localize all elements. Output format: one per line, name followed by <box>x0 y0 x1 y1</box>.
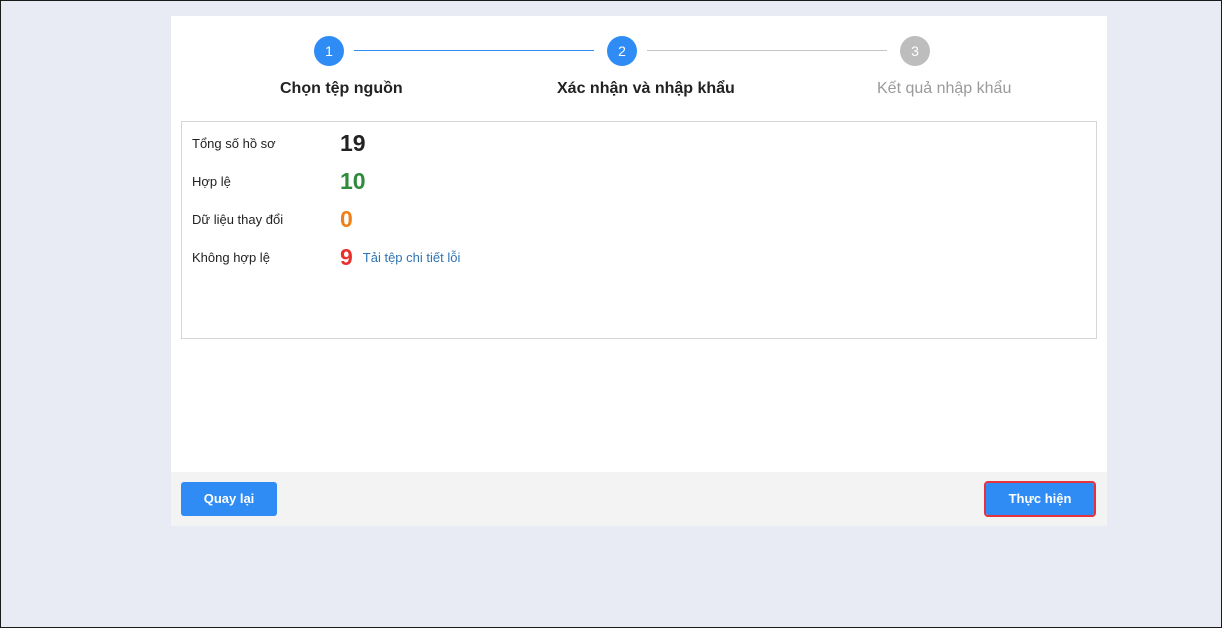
total-records-label: Tổng số hồ sơ <box>192 135 276 151</box>
summary-row-invalid: Không hợp lệ 9 Tải tệp chi tiết lỗi <box>192 242 460 272</box>
step-1-circle: 1 <box>314 36 344 66</box>
step-connector-2 <box>647 50 887 51</box>
step-3-circle: 3 <box>900 36 930 66</box>
step-3-label: Kết quả nhập khẩu <box>877 80 1012 97</box>
summary-row-valid: Hợp lệ 10 <box>192 166 366 196</box>
submit-button[interactable]: Thực hiện <box>984 481 1096 517</box>
invalid-records-value: 9 <box>340 243 353 270</box>
valid-records-value: 10 <box>340 167 366 194</box>
step-1-label: Chọn tệp nguồn <box>280 80 403 97</box>
invalid-records-label: Không hợp lệ <box>192 249 270 265</box>
dialog-footer: Quay lại Thực hiện <box>171 472 1107 526</box>
step-2-label: Xác nhận và nhập khẩu <box>557 80 735 97</box>
summary-row-changed: Dữ liệu thay đổi 0 <box>192 204 353 234</box>
step-2-circle: 2 <box>607 36 637 66</box>
valid-records-label: Hợp lệ <box>192 173 231 189</box>
summary-row-total: Tổng số hồ sơ 19 <box>192 128 366 158</box>
step-connector-1 <box>354 50 594 51</box>
total-records-value: 19 <box>340 129 366 156</box>
changed-records-label: Dữ liệu thay đổi <box>192 211 284 227</box>
back-button[interactable]: Quay lại <box>181 482 277 516</box>
changed-records-value: 0 <box>340 205 353 232</box>
import-summary-panel: Tổng số hồ sơ 19 Hợp lệ 10 Dữ liệu thay … <box>181 121 1097 339</box>
download-error-details-link[interactable]: Tải tệp chi tiết lỗi <box>363 250 461 265</box>
import-dialog: 1 2 3 Chọn tệp nguồn Xác nhận và nhập kh… <box>171 16 1107 526</box>
